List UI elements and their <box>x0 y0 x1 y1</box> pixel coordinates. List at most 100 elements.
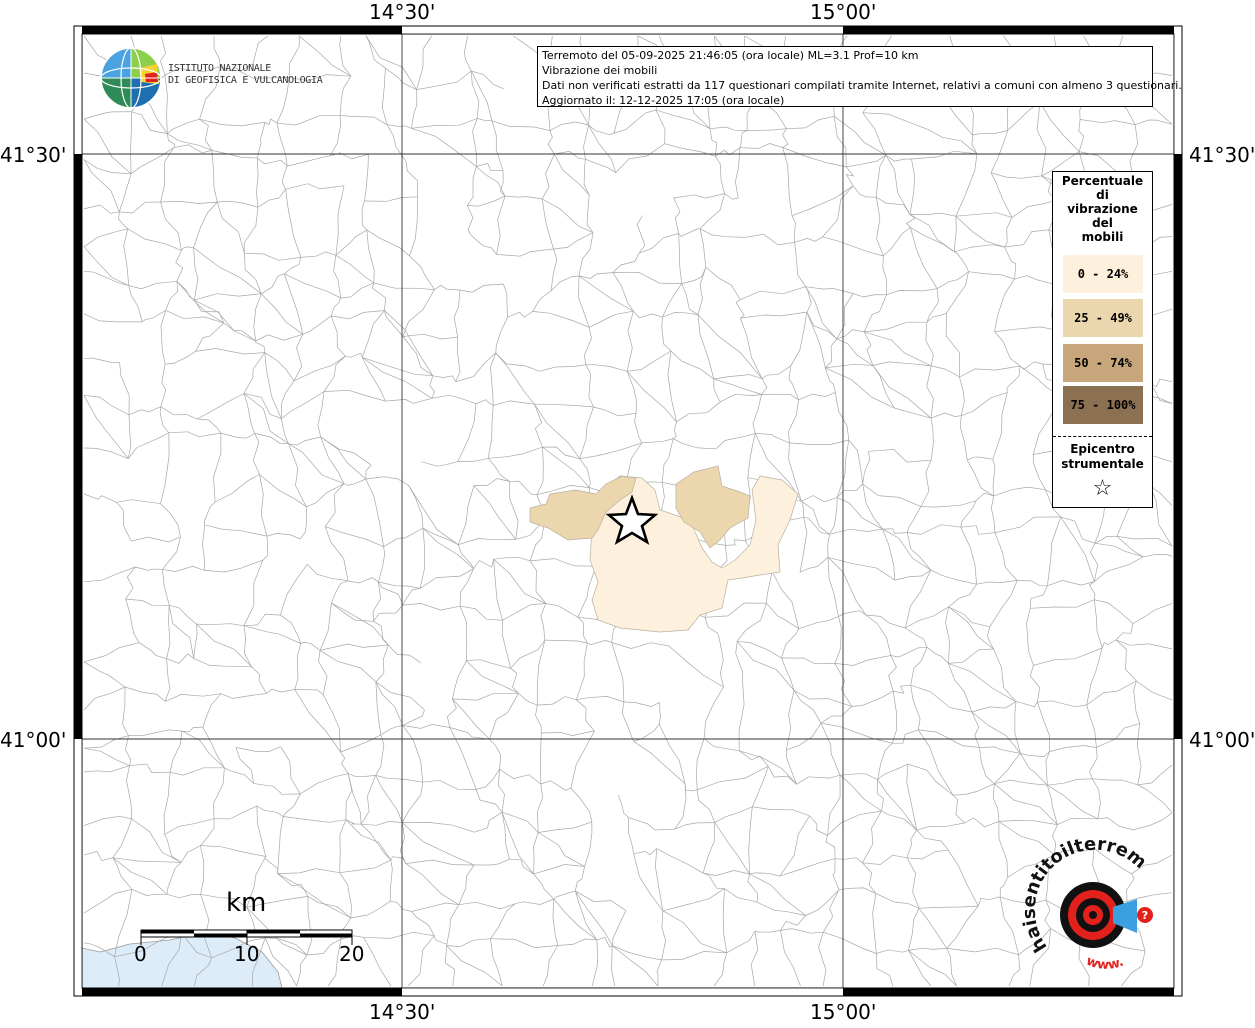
municipal-boundary <box>662 312 699 318</box>
municipal-boundary <box>83 394 130 416</box>
municipal-boundary <box>1060 516 1095 544</box>
municipal-boundary <box>945 313 960 377</box>
municipal-boundary <box>254 433 289 445</box>
municipal-boundary <box>169 604 197 625</box>
municipal-boundary <box>402 724 450 729</box>
municipal-boundary <box>1126 892 1173 902</box>
municipal-boundary <box>339 76 352 116</box>
municipal-boundary <box>1045 751 1050 786</box>
municipal-boundary <box>578 275 590 328</box>
municipal-boundary <box>703 686 724 739</box>
municipal-boundary <box>948 584 977 608</box>
municipal-boundary <box>1101 639 1117 649</box>
municipal-boundary <box>339 859 391 874</box>
municipal-boundary <box>925 322 934 366</box>
municipal-boundary <box>583 327 592 365</box>
municipal-boundary <box>204 501 216 525</box>
event-info-line-3: Dati non verificati estratti da 117 ques… <box>542 79 1182 92</box>
municipal-boundary <box>806 311 837 340</box>
municipal-boundary <box>266 688 295 694</box>
municipal-boundary <box>320 436 345 484</box>
municipal-boundary <box>966 460 994 497</box>
municipal-boundary <box>388 644 422 664</box>
municipal-boundary <box>904 569 932 629</box>
municipal-boundary <box>83 661 126 688</box>
municipal-boundary <box>1011 199 1057 218</box>
municipal-boundary <box>319 650 377 683</box>
municipal-boundary <box>83 850 113 862</box>
municipal-boundary <box>366 230 375 283</box>
municipal-boundary <box>578 272 613 279</box>
municipal-boundary <box>166 653 194 664</box>
map-stage: ? haisentitoilterremoto.it www. 14°30' 1… <box>0 0 1255 1024</box>
municipal-boundary <box>865 614 906 629</box>
municipal-boundary <box>495 352 535 405</box>
municipal-boundary <box>83 111 132 120</box>
municipal-boundary <box>459 283 504 293</box>
municipal-boundary <box>345 819 392 861</box>
municipal-boundary <box>112 857 182 863</box>
municipal-boundary <box>851 690 894 707</box>
municipal-boundary <box>662 283 682 318</box>
municipal-boundary <box>458 538 516 546</box>
municipal-boundary <box>676 401 721 423</box>
municipal-boundary <box>306 483 345 508</box>
municipal-boundary <box>820 722 841 776</box>
municipal-boundary <box>673 193 725 199</box>
municipal-boundary <box>213 805 258 820</box>
municipal-boundary <box>794 242 806 287</box>
municipal-boundary <box>791 215 796 243</box>
municipal-boundary <box>827 534 830 558</box>
municipal-boundary <box>994 516 1061 533</box>
municipal-boundary <box>432 375 457 382</box>
municipal-boundary <box>748 806 753 875</box>
municipal-boundary <box>989 580 1018 627</box>
municipal-boundary <box>1014 701 1021 754</box>
municipal-boundary <box>235 746 281 752</box>
municipal-boundary <box>375 775 423 783</box>
municipal-boundary <box>673 438 717 450</box>
municipal-boundary <box>661 317 672 352</box>
municipal-boundary <box>281 165 288 190</box>
municipal-boundary <box>863 294 887 333</box>
municipal-boundary <box>583 159 590 196</box>
municipal-boundary <box>584 821 593 867</box>
municipal-boundary <box>747 873 759 903</box>
municipal-boundary <box>946 947 1019 956</box>
municipal-boundary <box>699 228 707 268</box>
municipal-boundary <box>678 233 683 284</box>
municipal-boundary <box>827 810 882 836</box>
municipal-boundary <box>927 129 978 155</box>
municipal-boundary <box>833 116 887 156</box>
municipal-boundary <box>476 769 500 790</box>
municipal-boundary <box>780 930 801 987</box>
municipal-boundary <box>1134 119 1173 126</box>
municipal-boundary <box>979 746 1021 754</box>
municipal-boundary <box>83 204 120 214</box>
municipal-boundary <box>335 255 374 284</box>
municipal-boundary <box>994 783 1058 825</box>
municipal-boundary <box>197 418 222 434</box>
municipal-boundary <box>825 835 836 859</box>
municipal-boundary <box>83 228 128 247</box>
municipal-boundary <box>493 559 503 621</box>
municipal-boundary <box>361 821 403 826</box>
municipal-boundary <box>343 478 366 486</box>
municipal-boundary <box>875 893 920 909</box>
municipal-boundary <box>612 271 682 284</box>
municipal-boundary <box>736 640 795 691</box>
municipal-boundary <box>130 147 174 174</box>
municipal-boundary <box>536 783 543 833</box>
legend-title-line: mobili <box>1081 230 1124 244</box>
municipal-boundary <box>477 118 493 122</box>
municipal-boundary <box>1129 124 1139 176</box>
municipal-boundary <box>118 211 129 230</box>
municipal-boundary <box>786 115 835 130</box>
municipal-boundary <box>534 403 594 408</box>
municipal-boundary <box>1143 553 1173 558</box>
legend-class-1: 25 - 49% <box>1063 299 1143 337</box>
municipal-boundary <box>705 267 741 300</box>
municipal-boundary <box>495 317 508 353</box>
municipal-boundary <box>740 286 806 301</box>
municipal-boundary <box>200 845 205 895</box>
